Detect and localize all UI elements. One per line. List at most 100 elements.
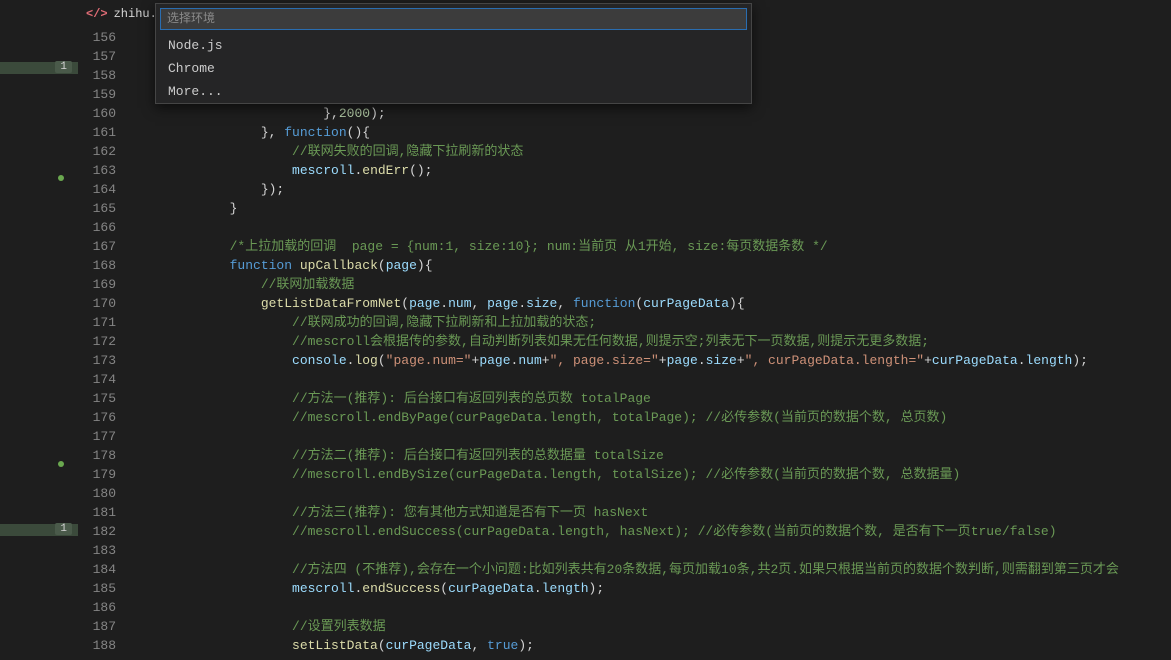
code-content: //mescroll会根据传的参数,自动判断列表如果无任何数据,则提示空;列表无… (136, 332, 1171, 351)
line-number: 162 (78, 142, 136, 161)
line-number: 177 (78, 427, 136, 446)
line-number: 186 (78, 598, 136, 617)
line-number: 176 (78, 408, 136, 427)
line-number: 171 (78, 313, 136, 332)
code-line[interactable]: 167 /*上拉加载的回调 page = {num:1, size:10}; n… (78, 237, 1171, 256)
code-content (136, 541, 1171, 560)
command-palette: Node.js Chrome More... (155, 3, 752, 104)
line-number: 178 (78, 446, 136, 465)
line-number: 158 (78, 66, 136, 85)
code-editor[interactable]: 156157158159160 },2000);161 }, function(… (78, 28, 1171, 660)
code-line[interactable]: 162 //联网失败的回调,隐藏下拉刷新的状态 (78, 142, 1171, 161)
line-number: 183 (78, 541, 136, 560)
code-content: //方法四 (不推荐),会存在一个小问题:比如列表共有20条数据,每页加载10条… (136, 560, 1171, 579)
line-number: 161 (78, 123, 136, 142)
palette-input[interactable] (160, 8, 747, 30)
code-line[interactable]: 169 //联网加载数据 (78, 275, 1171, 294)
code-line[interactable]: 164 }); (78, 180, 1171, 199)
code-content: function upCallback(page){ (136, 256, 1171, 275)
line-number: 184 (78, 560, 136, 579)
code-content: //联网加载数据 (136, 275, 1171, 294)
line-number: 173 (78, 351, 136, 370)
line-number: 188 (78, 636, 136, 655)
code-content (136, 484, 1171, 503)
line-number: 166 (78, 218, 136, 237)
code-content: //mescroll.endBySize(curPageData.length,… (136, 465, 1171, 484)
code-line[interactable]: 177 (78, 427, 1171, 446)
line-number: 181 (78, 503, 136, 522)
gutter-marker (0, 172, 78, 184)
line-number: 163 (78, 161, 136, 180)
code-line[interactable]: 181 //方法三(推荐): 您有其他方式知道是否有下一页 hasNext (78, 503, 1171, 522)
html-file-icon: </> (86, 7, 108, 21)
code-content: mescroll.endSuccess(curPageData.length); (136, 579, 1171, 598)
line-number: 174 (78, 370, 136, 389)
gutter-marker: 1 (0, 62, 78, 74)
code-content: /*上拉加载的回调 page = {num:1, size:10}; num:当… (136, 237, 1171, 256)
code-line[interactable]: 183 (78, 541, 1171, 560)
code-line[interactable]: 182 //mescroll.endSuccess(curPageData.le… (78, 522, 1171, 541)
code-content: //方法二(推荐): 后台接口有返回列表的总数据量 totalSize (136, 446, 1171, 465)
palette-list: Node.js Chrome More... (156, 34, 751, 103)
code-line[interactable]: 175 //方法一(推荐): 后台接口有返回列表的总页数 totalPage (78, 389, 1171, 408)
code-content: console.log("page.num="+page.num+", page… (136, 351, 1171, 370)
line-number: 175 (78, 389, 136, 408)
palette-item-nodejs[interactable]: Node.js (156, 34, 751, 57)
left-gutter: 1 1 (0, 0, 78, 660)
line-number: 172 (78, 332, 136, 351)
code-line[interactable]: 184 //方法四 (不推荐),会存在一个小问题:比如列表共有20条数据,每页加… (78, 560, 1171, 579)
code-content: setListData(curPageData, true); (136, 636, 1171, 655)
code-line[interactable]: 185 mescroll.endSuccess(curPageData.leng… (78, 579, 1171, 598)
line-number: 167 (78, 237, 136, 256)
line-number: 169 (78, 275, 136, 294)
line-number: 187 (78, 617, 136, 636)
line-number: 165 (78, 199, 136, 218)
code-line[interactable]: 176 //mescroll.endByPage(curPageData.len… (78, 408, 1171, 427)
code-line[interactable]: 172 //mescroll会根据传的参数,自动判断列表如果无任何数据,则提示空… (78, 332, 1171, 351)
code-line[interactable]: 166 (78, 218, 1171, 237)
gutter-marker (0, 458, 78, 470)
code-content: } (136, 199, 1171, 218)
code-line[interactable]: 187 //设置列表数据 (78, 617, 1171, 636)
code-line[interactable]: 179 //mescroll.endBySize(curPageData.len… (78, 465, 1171, 484)
code-content: //联网失败的回调,隐藏下拉刷新的状态 (136, 142, 1171, 161)
code-line[interactable]: 163 mescroll.endErr(); (78, 161, 1171, 180)
line-number: 170 (78, 294, 136, 313)
gutter-badge: 1 (55, 61, 72, 73)
line-number: 179 (78, 465, 136, 484)
code-content (136, 427, 1171, 446)
code-line[interactable]: 180 (78, 484, 1171, 503)
code-content: getListDataFromNet(page.num, page.size, … (136, 294, 1171, 313)
code-line[interactable]: 173 console.log("page.num="+page.num+", … (78, 351, 1171, 370)
line-number: 180 (78, 484, 136, 503)
code-content (136, 598, 1171, 617)
line-number: 159 (78, 85, 136, 104)
line-number: 185 (78, 579, 136, 598)
code-line[interactable]: 160 },2000); (78, 104, 1171, 123)
line-number: 156 (78, 28, 136, 47)
line-number: 182 (78, 522, 136, 541)
code-line[interactable]: 171 //联网成功的回调,隐藏下拉刷新和上拉加载的状态; (78, 313, 1171, 332)
code-content: //方法一(推荐): 后台接口有返回列表的总页数 totalPage (136, 389, 1171, 408)
code-content: mescroll.endErr(); (136, 161, 1171, 180)
line-number: 168 (78, 256, 136, 275)
palette-item-chrome[interactable]: Chrome (156, 57, 751, 80)
palette-item-more[interactable]: More... (156, 80, 751, 103)
code-line[interactable]: 168 function upCallback(page){ (78, 256, 1171, 275)
code-content: //联网成功的回调,隐藏下拉刷新和上拉加载的状态; (136, 313, 1171, 332)
code-line[interactable]: 165 } (78, 199, 1171, 218)
code-line[interactable]: 186 (78, 598, 1171, 617)
code-line[interactable]: 178 //方法二(推荐): 后台接口有返回列表的总数据量 totalSize (78, 446, 1171, 465)
gutter-marker: 1 (0, 524, 78, 536)
code-line[interactable]: 170 getListDataFromNet(page.num, page.si… (78, 294, 1171, 313)
code-line[interactable]: 161 }, function(){ (78, 123, 1171, 142)
line-number: 164 (78, 180, 136, 199)
code-content: //mescroll.endSuccess(curPageData.length… (136, 522, 1171, 541)
code-content (136, 370, 1171, 389)
code-line[interactable]: 174 (78, 370, 1171, 389)
code-content: }, function(){ (136, 123, 1171, 142)
code-content: },2000); (136, 104, 1171, 123)
code-content: }); (136, 180, 1171, 199)
code-content: //mescroll.endByPage(curPageData.length,… (136, 408, 1171, 427)
code-line[interactable]: 188 setListData(curPageData, true); (78, 636, 1171, 655)
